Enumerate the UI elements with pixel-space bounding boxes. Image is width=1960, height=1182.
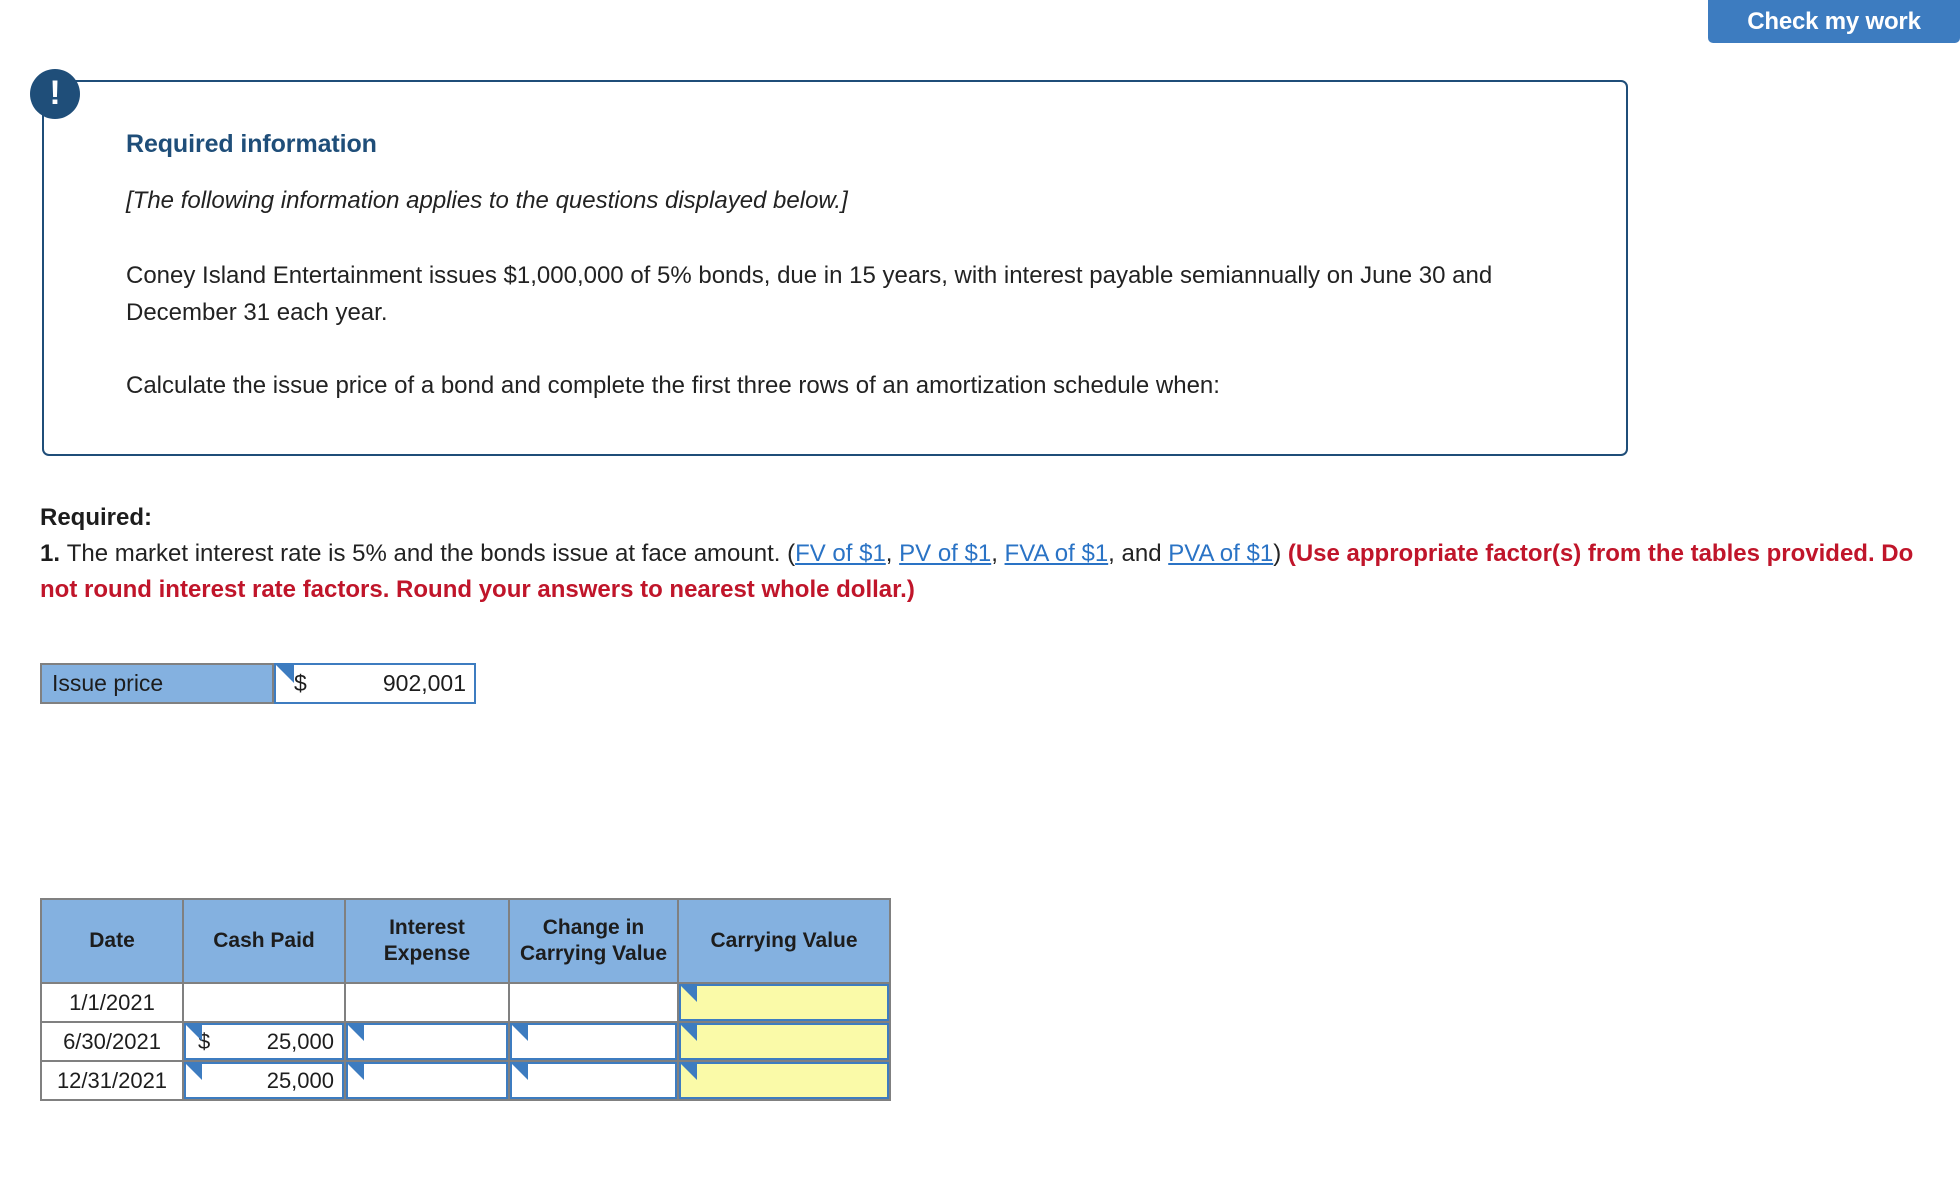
carrying-value-input[interactable] [679,984,889,1021]
link-separator-1: , [885,540,900,567]
input-flag-icon [276,665,294,683]
table-row: 1/1/2021 [40,982,891,1023]
cell-carrying-value[interactable] [677,1021,891,1062]
input-flag-icon [681,1064,697,1080]
question-text: The market interest rate is 5% and the b… [66,540,796,567]
cash-paid-input[interactable]: 25,000 [184,1062,344,1099]
cash-paid-input[interactable]: $ 25,000 [184,1023,344,1060]
cell-carrying-value[interactable] [677,982,891,1023]
input-flag-icon [681,986,697,1002]
cell-change-in-carrying-value[interactable] [508,1060,679,1101]
scenario-paragraph: Coney Island Entertainment issues $1,000… [126,262,1493,326]
cell-date: 1/1/2021 [40,982,184,1023]
table-row: 6/30/2021 $ 25,000 [40,1021,891,1062]
table-row: 12/31/2021 25,000 [40,1060,891,1101]
interest-expense-input[interactable] [346,1062,508,1099]
input-flag-icon [348,1025,364,1041]
input-flag-icon [512,1064,528,1080]
required-label-line: Required: [40,500,1930,536]
issue-price-row: Issue price $ 902,001 [40,663,476,704]
applies-note: [The following information applies to th… [126,187,848,214]
cell-interest-expense[interactable] [344,1021,510,1062]
column-header-carrying-value: Carrying Value [677,898,891,984]
input-flag-icon [348,1064,364,1080]
interest-expense-input[interactable] [346,1023,508,1060]
table-header-row: Date Cash Paid Interest Expense Change i… [40,898,891,984]
link-fv-of-1[interactable]: FV of $1 [795,540,886,567]
column-header-interest-expense: Interest Expense [344,898,510,984]
cash-paid-value: 25,000 [266,1028,334,1054]
cell-carrying-value[interactable] [677,1060,891,1101]
column-header-date: Date [40,898,184,984]
input-flag-icon [512,1025,528,1041]
cell-date: 6/30/2021 [40,1021,184,1062]
exclamation-icon: ! [30,69,80,119]
link-separator-3: , and [1108,540,1169,567]
cell-cash-paid[interactable]: $ 25,000 [182,1021,346,1062]
cell-cash-paid [182,982,346,1023]
link-pv-of-1[interactable]: PV of $1 [899,540,991,567]
link-fva-of-1[interactable]: FVA of $1 [1005,540,1109,567]
change-in-carrying-value-input[interactable] [510,1023,677,1060]
required-information-heading: Required information [126,130,377,158]
required-question: 1. The market interest rate is 5% and th… [40,536,1930,608]
issue-price-value: 902,001 [382,670,466,696]
input-flag-icon [186,1064,202,1080]
question-number: 1. [40,540,61,567]
closing-paren: ) [1273,540,1288,567]
cell-interest-expense [344,982,510,1023]
input-flag-icon [186,1025,202,1041]
issue-price-label: Issue price [40,663,274,704]
check-my-work-button[interactable]: Check my work [1708,0,1960,43]
carrying-value-input[interactable] [679,1023,889,1060]
cell-change-in-carrying-value[interactable] [508,1021,679,1062]
column-header-cash-paid: Cash Paid [182,898,346,984]
cash-paid-value: 25,000 [266,1067,334,1093]
required-information-content: Required information [The following info… [126,130,1566,404]
issue-price-input[interactable]: $ 902,001 [274,663,476,704]
change-in-carrying-value-input[interactable] [510,1062,677,1099]
issue-price-currency: $ [294,670,307,696]
amortization-schedule-table: Date Cash Paid Interest Expense Change i… [40,898,891,1101]
carrying-value-input[interactable] [679,1062,889,1099]
cell-interest-expense[interactable] [344,1060,510,1101]
required-section: Required: 1. The market interest rate is… [40,500,1930,608]
instruction-paragraph: Calculate the issue price of a bond and … [126,372,1220,399]
input-flag-icon [681,1025,697,1041]
link-separator-2: , [991,540,1005,567]
cell-date: 12/31/2021 [40,1060,184,1101]
column-header-change-in-carrying-value: Change in Carrying Value [508,898,679,984]
cell-change-in-carrying-value [508,982,679,1023]
cell-cash-paid[interactable]: 25,000 [182,1060,346,1101]
required-label: Required: [40,504,153,531]
link-pva-of-1[interactable]: PVA of $1 [1168,540,1273,567]
